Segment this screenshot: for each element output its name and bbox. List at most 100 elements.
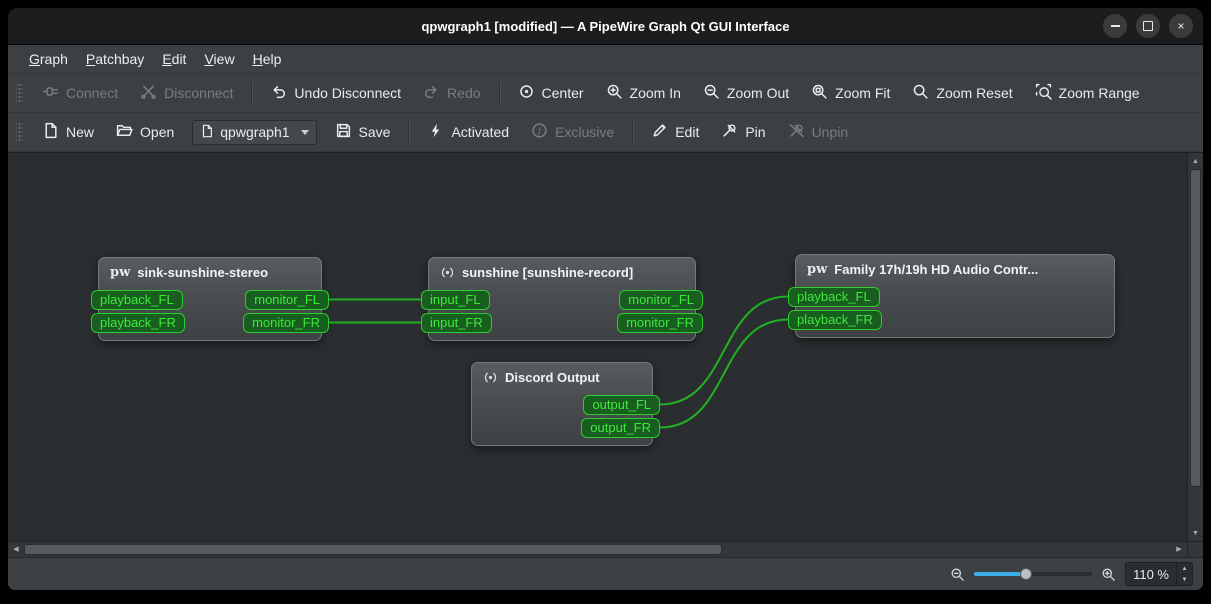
port-playback-fr[interactable]: playback_FR xyxy=(788,309,882,330)
redo-button[interactable]: Redo xyxy=(413,77,490,109)
spin-up-icon[interactable]: ▲ xyxy=(1177,563,1192,574)
zoom-in-label: Zoom In xyxy=(629,85,681,101)
graph-canvas[interactable]: pw sink-sunshine-stereo playback_FL moni… xyxy=(8,153,1187,541)
session-combo[interactable]: qpwgraph1 xyxy=(192,119,317,145)
node-icon xyxy=(440,265,455,280)
toolbar-handle[interactable] xyxy=(16,121,23,143)
close-icon: × xyxy=(1177,19,1185,33)
port-monitor-fr[interactable]: monitor_FR xyxy=(617,312,703,333)
zoom-in-icon[interactable] xyxy=(1101,567,1116,582)
node-header: Discord Output xyxy=(472,370,652,393)
file-icon xyxy=(200,124,214,141)
save-button[interactable]: Save xyxy=(325,116,401,148)
open-folder-icon xyxy=(116,122,133,142)
node-discord-output[interactable]: Discord Output output_FL output_FR xyxy=(471,362,660,446)
port-playback-fl[interactable]: playback_FL xyxy=(91,289,183,310)
open-button[interactable]: Open xyxy=(106,116,184,148)
zoom-spinbox[interactable]: 110 % ▲ ▼ xyxy=(1125,562,1193,586)
activated-label: Activated xyxy=(451,124,510,140)
menu-graph[interactable]: Graph xyxy=(20,45,77,73)
node-family-hd-audio[interactable]: pw Family 17h/19h HD Audio Contr... play… xyxy=(788,254,1115,338)
window-controls: × xyxy=(1103,8,1193,44)
menu-help[interactable]: Help xyxy=(244,45,291,73)
toolbar-handle[interactable] xyxy=(16,82,23,104)
session-combo-value: qpwgraph1 xyxy=(220,124,290,140)
port-monitor-fr[interactable]: monitor_FR xyxy=(243,312,329,333)
menu-patchbay-label: Patchbay xyxy=(85,51,145,67)
titlebar[interactable]: qpwgraph1 [modified] — A PipeWire Graph … xyxy=(8,8,1203,45)
minimize-button[interactable] xyxy=(1103,14,1127,38)
vertical-scrollbar-thumb[interactable] xyxy=(1190,169,1201,487)
menu-view[interactable]: View xyxy=(195,45,243,73)
new-button[interactable]: New xyxy=(32,116,104,148)
port-output-fl[interactable]: output_FL xyxy=(583,394,660,415)
new-file-icon xyxy=(42,122,59,142)
port-input-fr[interactable]: input_FR xyxy=(421,312,492,333)
pin-button[interactable]: Pin xyxy=(711,116,775,148)
unpin-label: Unpin xyxy=(811,124,849,140)
save-label: Save xyxy=(358,124,391,140)
save-icon xyxy=(335,122,352,142)
center-icon xyxy=(518,83,535,103)
port-monitor-fl[interactable]: monitor_FL xyxy=(245,289,329,310)
disconnect-label: Disconnect xyxy=(164,85,234,101)
zoom-slider-handle[interactable] xyxy=(1020,568,1032,580)
statusbar: 110 % ▲ ▼ xyxy=(8,557,1203,590)
horizontal-scrollbar[interactable]: ◀ ▶ xyxy=(8,541,1187,557)
scroll-down-arrow-icon[interactable]: ▼ xyxy=(1188,526,1203,540)
port-input-fl[interactable]: input_FL xyxy=(421,289,490,310)
close-button[interactable]: × xyxy=(1169,14,1193,38)
zoom-out-icon[interactable] xyxy=(950,567,965,582)
zoom-value[interactable]: 110 % xyxy=(1126,563,1176,585)
zoom-range-label: Zoom Range xyxy=(1058,85,1140,101)
menu-patchbay[interactable]: Patchbay xyxy=(77,45,153,73)
menu-view-label: View xyxy=(204,51,235,67)
scroll-up-arrow-icon[interactable]: ▲ xyxy=(1188,154,1203,168)
center-button[interactable]: Center xyxy=(508,77,594,109)
vertical-scrollbar[interactable]: ▲ ▼ xyxy=(1187,153,1203,541)
connect-icon xyxy=(42,83,59,103)
maximize-button[interactable] xyxy=(1136,14,1160,38)
minimize-icon xyxy=(1110,25,1120,27)
open-label: Open xyxy=(140,124,175,140)
port-monitor-fl[interactable]: monitor_FL xyxy=(619,289,703,310)
port-playback-fr[interactable]: playback_FR xyxy=(91,312,185,333)
undo-disconnect-button[interactable]: Undo Disconnect xyxy=(260,77,411,109)
unpin-icon xyxy=(788,122,805,142)
zoom-reset-button[interactable]: Zoom Reset xyxy=(902,77,1022,109)
menu-help-label: Help xyxy=(252,51,282,67)
pin-label: Pin xyxy=(745,124,766,140)
node-sunshine-record[interactable]: sunshine [sunshine-record] input_FL moni… xyxy=(421,257,703,341)
exclusive-label: Exclusive xyxy=(555,124,615,140)
zoom-slider[interactable] xyxy=(974,566,1093,582)
maximize-icon xyxy=(1143,21,1153,31)
pipewire-icon: pw xyxy=(807,262,828,277)
disconnect-icon xyxy=(140,83,157,103)
zoom-fit-button[interactable]: Zoom Fit xyxy=(801,77,900,109)
edit-button[interactable]: Edit xyxy=(641,116,709,148)
scroll-right-arrow-icon[interactable]: ▶ xyxy=(1172,542,1186,557)
scroll-left-arrow-icon[interactable]: ◀ xyxy=(9,542,23,557)
chevron-down-icon xyxy=(300,129,309,135)
zoom-range-icon xyxy=(1035,83,1052,103)
zoom-in-icon xyxy=(606,83,623,103)
edit-pencil-icon xyxy=(651,122,668,142)
horizontal-scrollbar-thumb[interactable] xyxy=(24,544,722,555)
port-playback-fl[interactable]: playback_FL xyxy=(788,286,880,307)
menu-edit[interactable]: Edit xyxy=(153,45,195,73)
spin-down-icon[interactable]: ▼ xyxy=(1177,574,1192,585)
zoom-in-button[interactable]: Zoom In xyxy=(596,77,691,109)
zoom-out-button[interactable]: Zoom Out xyxy=(693,77,799,109)
unpin-button[interactable]: Unpin xyxy=(778,116,859,148)
activated-button[interactable]: Activated xyxy=(417,116,519,148)
exclusive-icon: f xyxy=(531,122,548,142)
disconnect-button[interactable]: Disconnect xyxy=(130,77,243,109)
exclusive-button[interactable]: f Exclusive xyxy=(521,116,624,148)
zoom-range-button[interactable]: Zoom Range xyxy=(1025,77,1150,109)
center-label: Center xyxy=(541,85,584,101)
toolbar-patchbay: New Open qpwgraph1 Save Activated f Excl… xyxy=(8,113,1203,152)
connect-button[interactable]: Connect xyxy=(32,77,128,109)
node-sink-sunshine-stereo[interactable]: pw sink-sunshine-stereo playback_FL moni… xyxy=(91,257,329,341)
toolbar-separator xyxy=(632,120,634,144)
port-output-fr[interactable]: output_FR xyxy=(581,417,660,438)
